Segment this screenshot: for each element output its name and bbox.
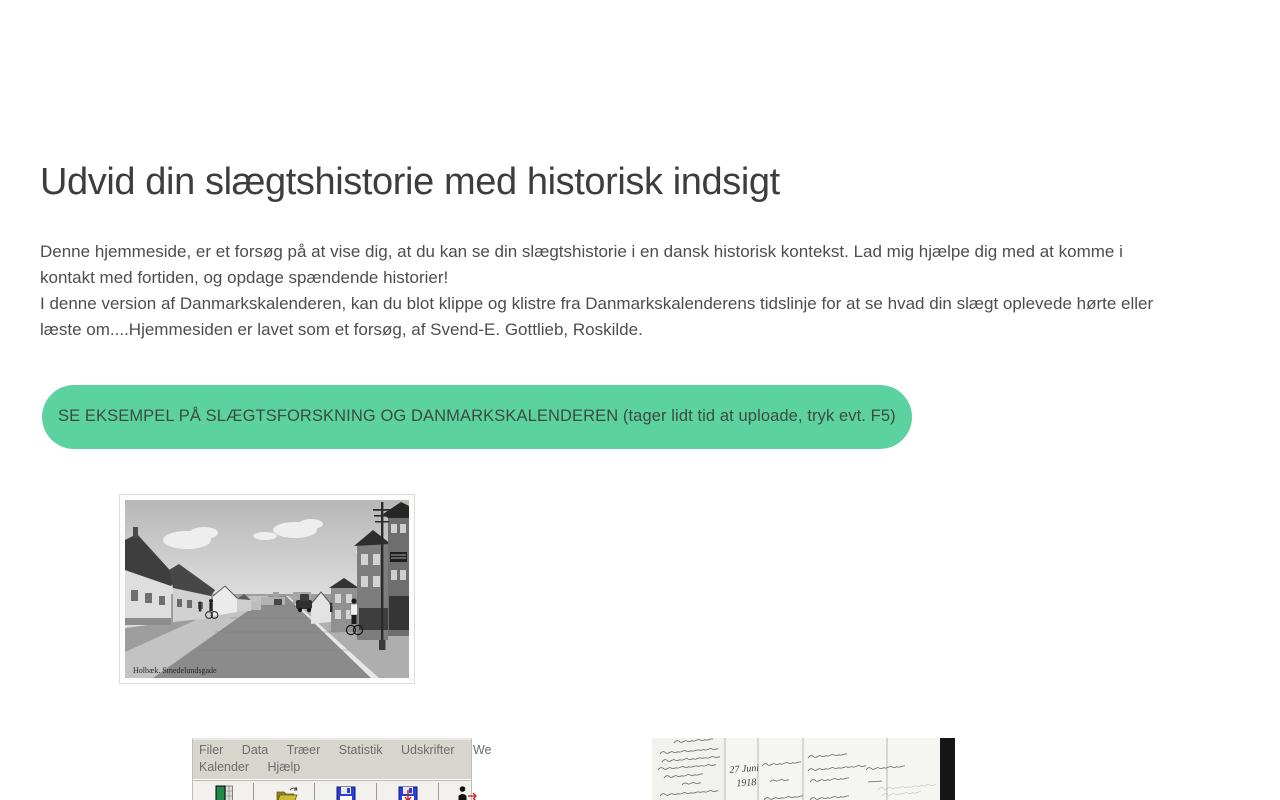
postcard-photo-holbaek-street: Holbæk. Smedelundsgade: [119, 494, 415, 684]
software-toolbar: [193, 779, 477, 800]
menu-item-udskrifter: Udskrifter: [401, 743, 455, 757]
save-floppy-export-icon: [398, 786, 418, 800]
genealogy-software-screenshot: Filer Data Træer Statistik Udskrifter We…: [192, 738, 492, 800]
toolbar-divider: [438, 783, 439, 800]
menu-item-data: Data: [241, 743, 269, 757]
menu-item-kalender: Kalender: [199, 760, 250, 774]
open-folder-icon: [276, 786, 298, 800]
record-date-line1: 27 Juni: [729, 763, 760, 776]
toolbar-divider: [314, 783, 315, 800]
intro-text: Denne hjemmeside, er et forsøg på at vis…: [40, 239, 1180, 343]
intro-paragraph-1: Denne hjemmeside, er et forsøg på at vis…: [40, 241, 1123, 287]
church-record-illustration: 27 Juni 1918: [652, 738, 955, 800]
page-title: Udvid din slægtshistorie med historisk i…: [40, 161, 780, 203]
person-relations-icon: [458, 786, 477, 800]
intro-paragraph-2: I denne version af Danmarkskalenderen, k…: [40, 293, 1154, 339]
menu-item-web-truncated: We: [472, 743, 492, 757]
software-menubar-row2: Kalender Hjælp: [193, 757, 471, 774]
see-example-cta-button[interactable]: SE EKSEMPEL PÅ SLÆGTSFORSKNING OG DANMAR…: [42, 384, 912, 449]
toolbar-divider: [376, 783, 377, 800]
page-root: Udvid din slægtshistorie med historisk i…: [0, 0, 1280, 800]
toolbar-divider: [253, 783, 254, 800]
hero-section: Udvid din slægtshistorie med historisk i…: [40, 160, 1180, 449]
street-scene-illustration: Holbæk. Smedelundsgade: [125, 500, 409, 678]
exit-door-icon: [215, 785, 233, 800]
church-record-scan: 27 Juni 1918: [652, 738, 955, 800]
menu-item-hjaelp: Hjælp: [267, 760, 301, 774]
postcard-caption: Holbæk. Smedelundsgade: [133, 666, 217, 675]
book-binding-strip: [940, 738, 955, 800]
menu-item-filer: Filer: [199, 743, 224, 757]
menu-item-statistik: Statistik: [338, 743, 383, 757]
save-floppy-icon: [336, 786, 356, 800]
menu-item-traeer: Træer: [286, 743, 321, 757]
software-menubar-row1: Filer Data Træer Statistik Udskrifter We: [193, 740, 492, 757]
record-date-line2: 1918: [736, 777, 757, 789]
